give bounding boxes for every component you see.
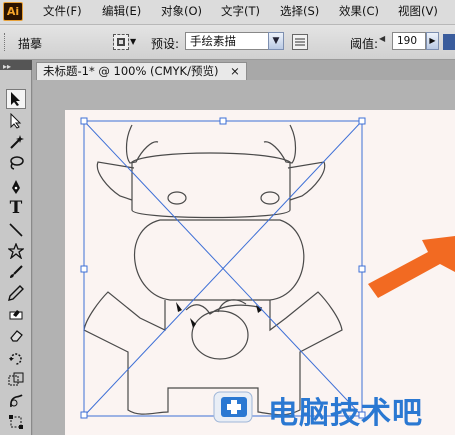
resize-handle[interactable] — [358, 117, 366, 125]
cow-mouth-ring — [191, 310, 249, 360]
left-horn — [125, 124, 159, 164]
left-eye — [167, 191, 187, 205]
resize-handle[interactable] — [80, 411, 88, 419]
right-eye — [260, 191, 280, 205]
annotation-arrow — [368, 236, 455, 298]
resize-handle[interactable] — [219, 117, 227, 125]
traced-artwork[interactable] — [0, 0, 455, 435]
anchor-point[interactable] — [176, 302, 182, 312]
resize-handle[interactable] — [80, 265, 88, 273]
cow-mouth-line — [185, 304, 263, 315]
right-horn — [263, 124, 297, 164]
watermark-logo-icon — [213, 391, 253, 423]
resize-handle[interactable] — [80, 117, 88, 125]
cow-muzzle — [134, 219, 305, 301]
cow-head — [131, 152, 291, 219]
watermark-text: 电脑技术吧 — [268, 396, 423, 431]
resize-handle[interactable] — [358, 265, 366, 273]
